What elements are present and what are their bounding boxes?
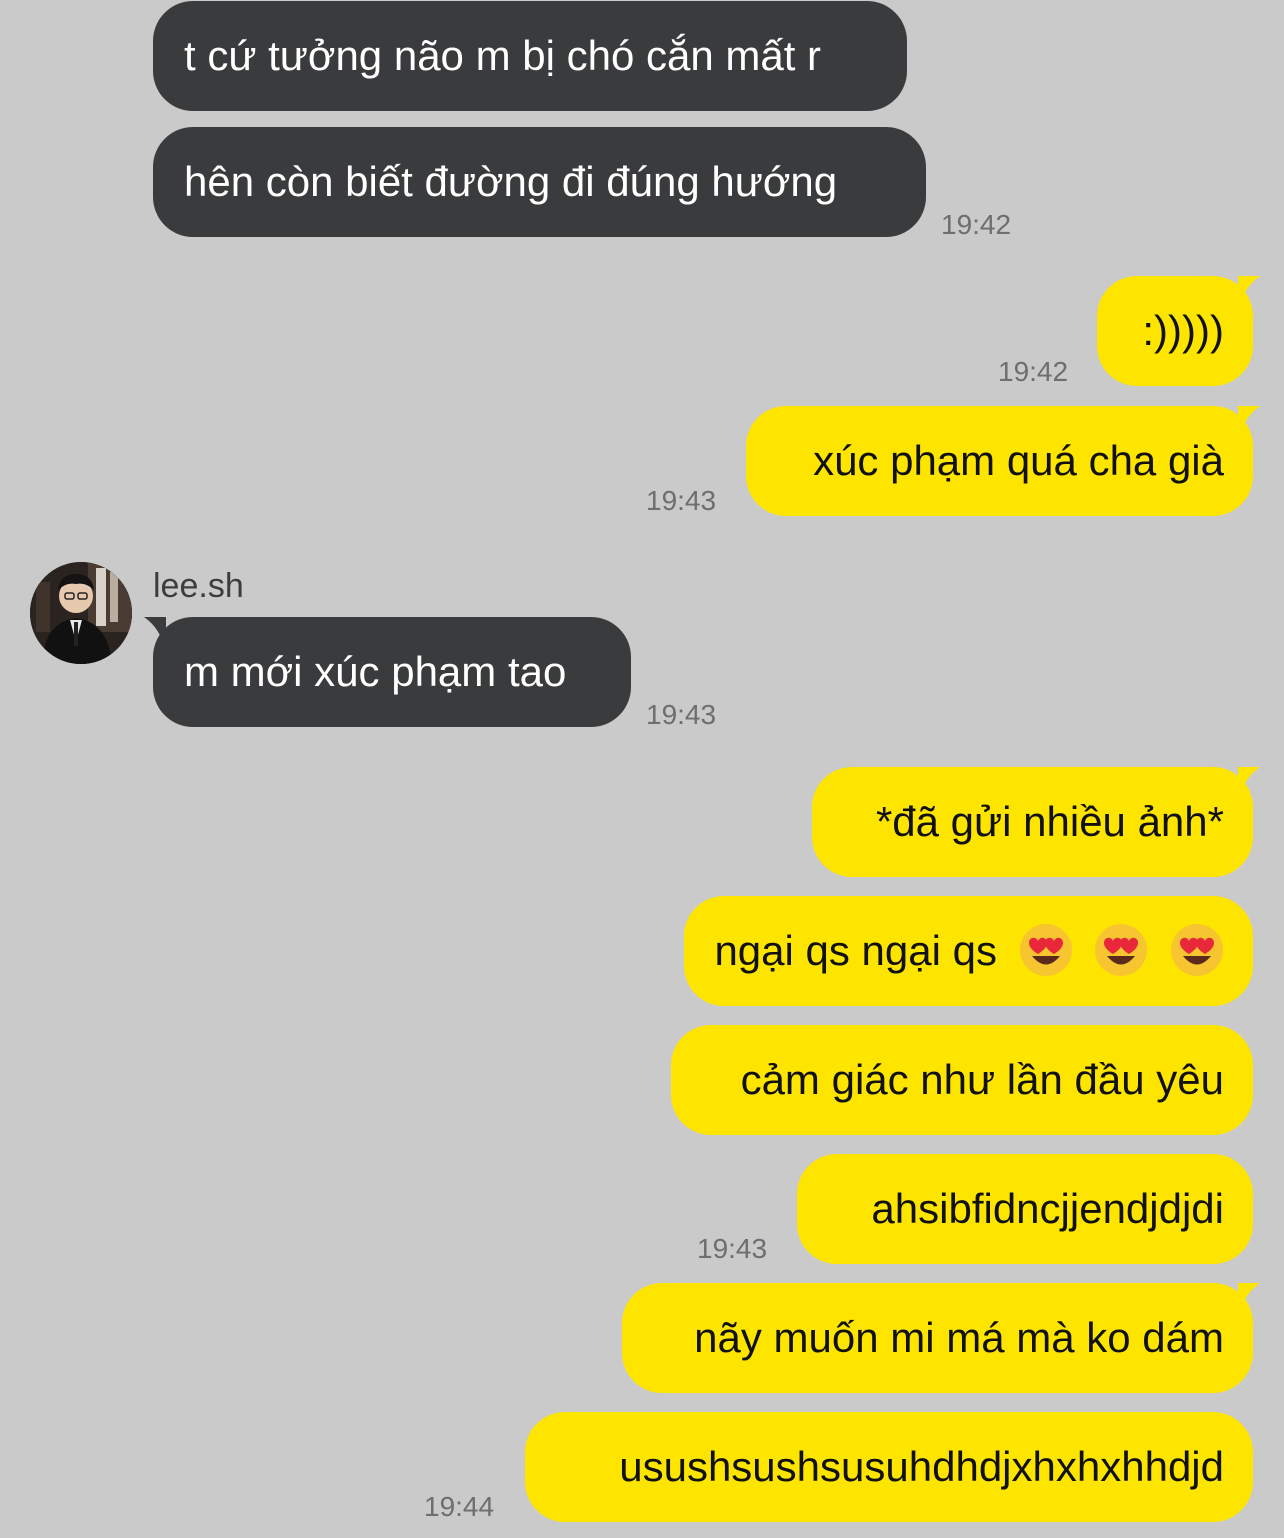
- message-timestamp: 19:43: [646, 699, 717, 730]
- heart-eyes-emoji-icon: [1095, 923, 1148, 976]
- message-text: t cứ tưởng não m bị chó cắn mất r: [184, 32, 822, 79]
- message-bubble-outgoing[interactable]: :))))): [1097, 276, 1253, 386]
- avatar-photo-icon: [30, 562, 132, 664]
- message-text: xúc phạm quá cha già: [813, 437, 1224, 484]
- bubble-tail-icon: [144, 617, 166, 641]
- bubble-tail-icon: [1238, 1283, 1260, 1307]
- message-text: cảm giác như lần đầu yêu: [740, 1056, 1224, 1103]
- message-text: usushsushsusuhdhdjxhxhxhhdjd: [619, 1443, 1224, 1490]
- message-text: hên còn biết đường đi đúng hướng: [184, 158, 838, 205]
- message-timestamp: 19:42: [998, 356, 1069, 387]
- avatar[interactable]: [30, 562, 132, 664]
- message-text: ahsibfidncjjendjdjdi: [871, 1185, 1224, 1232]
- message-bubble-incoming[interactable]: hên còn biết đường đi đúng hướng: [153, 127, 926, 237]
- message-bubble-outgoing[interactable]: xúc phạm quá cha già: [746, 406, 1253, 516]
- message-timestamp: 19:42: [941, 209, 1012, 240]
- sender-name: lee.sh: [153, 567, 244, 605]
- bubble-tail-icon: [1238, 767, 1260, 791]
- message-bubble-outgoing[interactable]: cảm giác như lần đầu yêu: [671, 1025, 1253, 1135]
- message-timestamp: 19:43: [646, 485, 717, 516]
- message-bubble-outgoing[interactable]: usushsushsusuhdhdjxhxhxhhdjd: [525, 1412, 1253, 1522]
- message-bubble-incoming[interactable]: t cứ tưởng não m bị chó cắn mất r: [153, 1, 907, 111]
- message-bubble-outgoing[interactable]: ngại qs ngại qs: [684, 896, 1253, 1006]
- message-text: :))))): [1142, 307, 1224, 354]
- message-timestamp: 19:43: [697, 1233, 768, 1264]
- message-text: m mới xúc phạm tao: [184, 648, 567, 695]
- bubble-tail-icon: [1238, 276, 1260, 300]
- message-bubble-outgoing[interactable]: nãy muốn mi má mà ko dám: [622, 1283, 1253, 1393]
- heart-eyes-emoji-icon: [1171, 923, 1223, 976]
- message-bubble-outgoing[interactable]: *đã gửi nhiều ảnh*: [812, 767, 1253, 877]
- message-bubble-incoming[interactable]: m mới xúc phạm tao: [153, 617, 631, 727]
- message-text: ngại qs ngại qs: [714, 927, 997, 974]
- heart-eyes-emoji-icon: [1019, 923, 1072, 976]
- message-bubble-outgoing[interactable]: ahsibfidncjjendjdjdi: [797, 1154, 1253, 1264]
- message-timestamp: 19:44: [424, 1491, 495, 1522]
- bubble-tail-icon: [1238, 406, 1260, 430]
- message-text: *đã gửi nhiều ảnh*: [875, 798, 1224, 845]
- message-text: nãy muốn mi má mà ko dám: [694, 1314, 1224, 1361]
